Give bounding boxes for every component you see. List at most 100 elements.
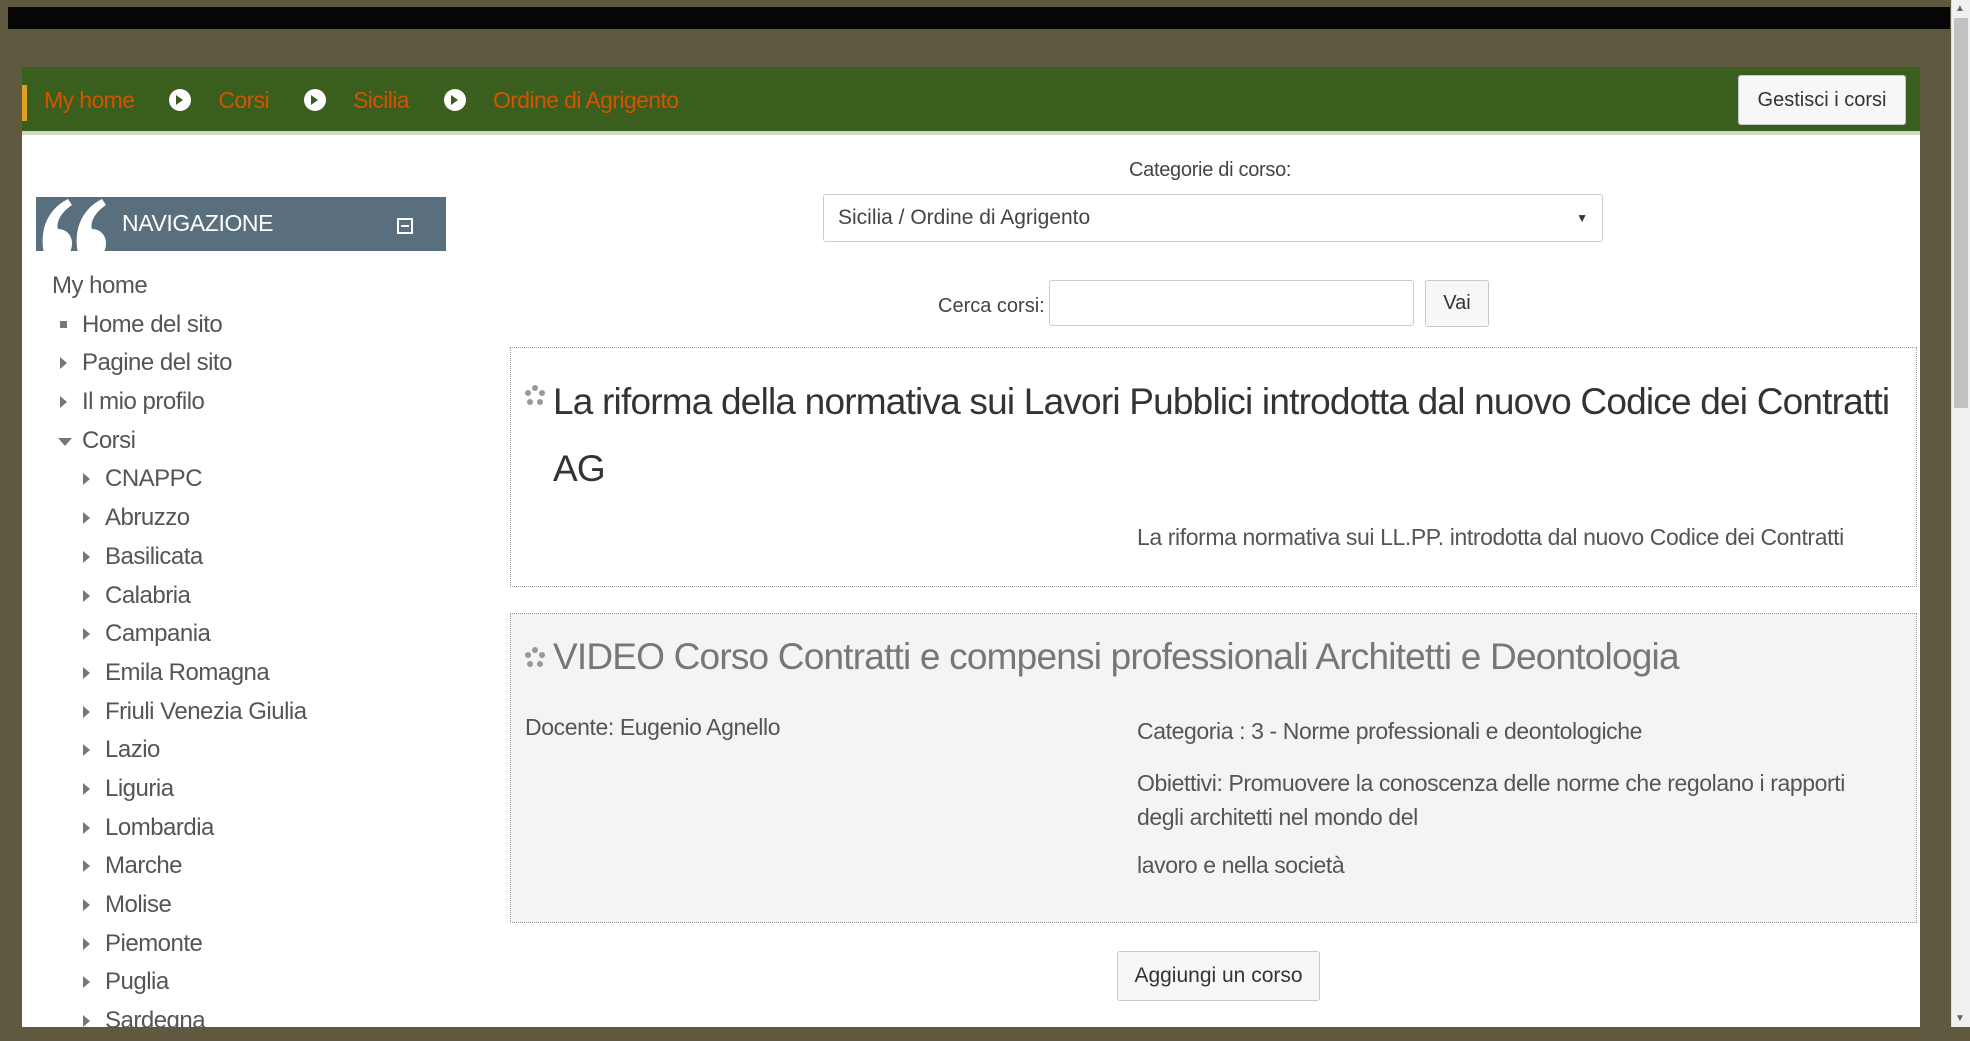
expand-arrow-icon[interactable]: [83, 705, 90, 718]
nav-item-label: Abruzzo: [105, 504, 190, 532]
vertical-scrollbar[interactable]: ▲ ▼: [1951, 0, 1970, 1027]
nav-item-label: Campania: [105, 620, 211, 648]
expand-arrow-icon[interactable]: [83, 744, 90, 757]
breadcrumb-corsi[interactable]: Corsi: [218, 87, 269, 114]
expand-arrow-icon[interactable]: [60, 357, 67, 370]
course-objectives-continued: lavoro e nella società: [1137, 852, 1345, 878]
nav-item-label: Lombardia: [105, 813, 214, 841]
nav-item-corsi[interactable]: Corsi: [52, 422, 452, 461]
expand-arrow-icon[interactable]: [60, 396, 67, 409]
scroll-down-arrow-icon[interactable]: ▼: [1955, 1013, 1965, 1024]
nav-item-basilicata[interactable]: Basilicata: [52, 538, 452, 577]
breadcrumb-my-home[interactable]: My home: [44, 87, 135, 114]
search-go-button[interactable]: Vai: [1425, 280, 1489, 327]
nav-item-home-del-sito[interactable]: Home del sito: [52, 306, 452, 345]
window-top-bar: [8, 7, 1950, 29]
nav-item-campania[interactable]: Campania: [52, 615, 452, 654]
nav-item-sardegna[interactable]: Sardegna: [52, 1002, 452, 1041]
breadcrumb-ordine-di-agrigento[interactable]: Ordine di Agrigento: [493, 87, 679, 114]
expand-arrow-icon[interactable]: [83, 1015, 90, 1028]
expand-arrow-icon[interactable]: [83, 628, 90, 641]
search-courses-label: Cerca corsi:: [938, 295, 1045, 317]
nav-item-label: Home del sito: [82, 310, 223, 338]
nav-item-il-mio-profilo[interactable]: Il mio profilo: [52, 383, 452, 422]
breadcrumb-separator-icon: [169, 89, 192, 111]
page-frame: My home Corsi Sicilia Ordine di Agrigent…: [22, 67, 1920, 1034]
expand-arrow-icon[interactable]: [83, 976, 90, 989]
nav-item-label: CNAPPC: [105, 465, 203, 493]
expand-arrow-icon[interactable]: [83, 937, 90, 950]
expand-arrow-icon[interactable]: [83, 782, 90, 795]
nav-item-abruzzo[interactable]: Abruzzo: [52, 499, 452, 538]
nav-item-label: Molise: [105, 891, 172, 918]
nav-item-label: Sardegna: [105, 1007, 206, 1035]
category-label: Categorie di corso:: [1129, 159, 1292, 181]
nav-item-liguria[interactable]: Liguria: [52, 770, 452, 809]
nav-item-label: My home: [52, 272, 148, 299]
nav-item-friuli-venezia-giulia[interactable]: Friuli Venezia Giulia: [52, 693, 452, 732]
nav-item-label: Basilicata: [105, 542, 203, 570]
expand-arrow-icon[interactable]: [83, 666, 90, 679]
course-icon: [525, 385, 545, 405]
nav-item-label: Corsi: [82, 426, 136, 454]
nav-item-calabria[interactable]: Calabria: [52, 577, 452, 616]
nav-item-label: Emila Romagna: [105, 658, 270, 686]
scroll-up-arrow-icon[interactable]: ▲: [1955, 3, 1965, 14]
nav-item-piemonte[interactable]: Piemonte: [52, 925, 452, 964]
nav-item-label: Puglia: [105, 968, 169, 996]
nav-item-label: Calabria: [105, 581, 191, 609]
course-box: La riforma della normativa sui Lavori Pu…: [510, 347, 1917, 587]
nav-item-marche[interactable]: Marche: [52, 847, 452, 886]
nav-item-label: Liguria: [105, 774, 174, 802]
course-category: Categoria : 3 - Norme professionali e de…: [1137, 718, 1643, 744]
expand-arrow-icon[interactable]: [83, 512, 90, 525]
course-teacher: Docente: Eugenio Agnello: [525, 714, 781, 740]
course-box: VIDEO Corso Contratti e compensi profess…: [510, 613, 1917, 923]
nav-item-label: Friuli Venezia Giulia: [105, 697, 307, 725]
nav-item-lombardia[interactable]: Lombardia: [52, 809, 452, 848]
course-summary: La riforma normativa sui LL.PP. introdot…: [1137, 524, 1844, 550]
nav-item-lazio[interactable]: Lazio: [52, 731, 452, 770]
breadcrumb-separator-icon: [443, 89, 466, 111]
collapse-block-icon[interactable]: [397, 218, 413, 234]
category-selected-value: Sicilia / Ordine di Agrigento: [838, 206, 1091, 229]
nav-item-puglia[interactable]: Puglia: [52, 963, 452, 1002]
nav-item-label: Il mio profilo: [82, 388, 205, 416]
expand-arrow-icon[interactable]: [83, 473, 90, 486]
breadcrumb-separator-icon: [304, 89, 327, 111]
bullet-icon: [60, 320, 67, 328]
expand-arrow-icon[interactable]: [83, 899, 90, 911]
nav-item-label: Pagine del sito: [82, 349, 232, 377]
nav-item-label: Lazio: [105, 736, 160, 764]
search-courses-input[interactable]: [1049, 280, 1414, 326]
navigation-block-title: NAVIGAZIONE: [122, 210, 274, 236]
nav-item-label: Piemonte: [105, 929, 203, 957]
add-course-button[interactable]: Aggiungi un corso: [1117, 951, 1320, 1001]
breadcrumb: My home Corsi Sicilia Ordine di Agrigent…: [44, 83, 679, 117]
top-navbar: My home Corsi Sicilia Ordine di Agrigent…: [22, 67, 1920, 135]
window-top-gap: [8, 29, 1950, 67]
category-select[interactable]: Sicilia / Ordine di Agrigento ▼: [823, 194, 1603, 242]
navigation-block-header: NAVIGAZIONE: [36, 197, 446, 253]
quote-icon: [42, 199, 106, 253]
expand-arrow-icon[interactable]: [83, 821, 90, 834]
nav-item-pagine-del-sito[interactable]: Pagine del sito: [52, 344, 452, 383]
nav-item-molise[interactable]: Molise: [52, 886, 452, 925]
navigation-tree: My home Home del sito Pagine del sito Il…: [52, 267, 452, 1041]
course-title-link[interactable]: La riforma della normativa sui Lavori Pu…: [553, 368, 1893, 502]
collapse-arrow-icon[interactable]: [58, 437, 72, 446]
course-title-link[interactable]: VIDEO Corso Contratti e compensi profess…: [553, 632, 1893, 682]
manage-courses-button[interactable]: Gestisci i corsi: [1738, 75, 1906, 125]
expand-arrow-icon[interactable]: [83, 550, 90, 563]
breadcrumb-sicilia[interactable]: Sicilia: [353, 87, 409, 114]
nav-item-my-home[interactable]: My home: [52, 267, 452, 306]
expand-arrow-icon[interactable]: [83, 860, 90, 873]
course-icon: [525, 647, 545, 667]
scroll-thumb[interactable]: [1954, 18, 1968, 408]
dropdown-arrow-icon[interactable]: ▼: [1576, 195, 1588, 241]
expand-arrow-icon[interactable]: [83, 589, 90, 602]
course-objectives: Obiettivi: Promuovere la conoscenza dell…: [1137, 770, 1845, 830]
nav-item-cnappc[interactable]: CNAPPC: [52, 460, 452, 499]
nav-item-label: Marche: [105, 852, 183, 880]
nav-item-emila-romagna[interactable]: Emila Romagna: [52, 654, 452, 693]
